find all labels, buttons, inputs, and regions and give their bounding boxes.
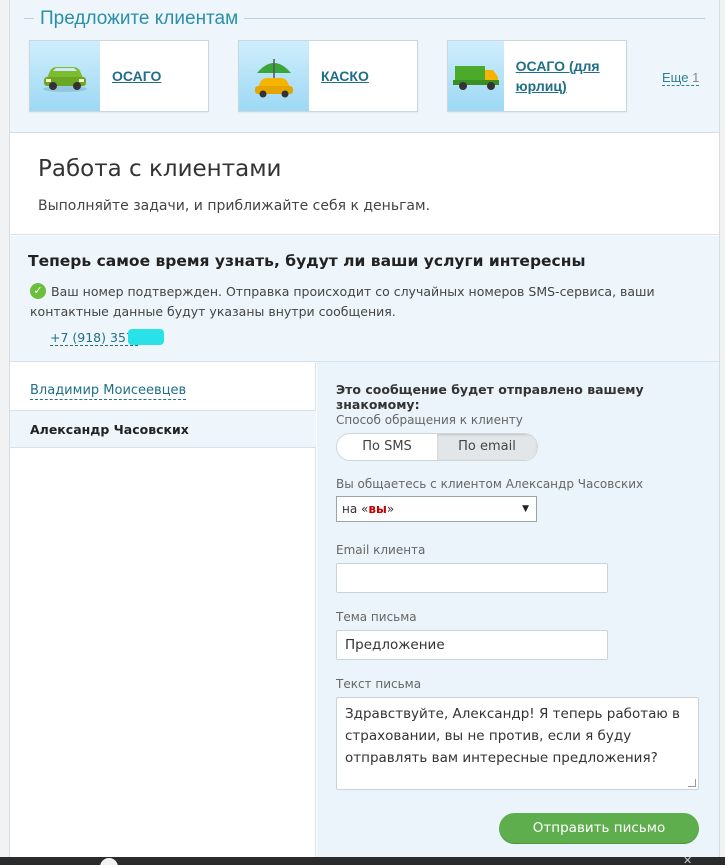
left-margin (0, 0, 10, 858)
address-suffix: » (386, 502, 395, 516)
toggle-email[interactable]: По email (437, 434, 537, 460)
main-panel: Предложите клиентам ОСАГО КАСКО ОСАГО (д… (10, 0, 719, 857)
clients-list: Владимир Моисеевцев Александр Часовских (10, 362, 316, 857)
contact-method-label: Способ обращения к клиенту (336, 413, 523, 427)
address-value: вы (368, 502, 387, 516)
more-offers-count: 1 (692, 70, 700, 85)
client-item-selected[interactable]: Александр Часовских (10, 410, 316, 448)
chevron-down-icon: ▼ (522, 504, 529, 514)
notice-section: Теперь самое время узнать, будут ли ваши… (10, 236, 719, 362)
form-heading: Это сообщение будет отправлено вашему зн… (336, 382, 644, 412)
truck-icon (448, 41, 504, 111)
body-text: Здравствуйте, Александр! Я теперь работа… (345, 706, 680, 766)
taskbar-circle-icon (100, 858, 118, 865)
subject-field[interactable]: Предложение (336, 630, 608, 660)
contact-method-toggle: По SMS По email (336, 433, 538, 461)
body-label: Текст письма (336, 677, 422, 691)
address-select[interactable]: на «вы» ▼ (336, 496, 537, 522)
page-title: Работа с клиентами (38, 156, 282, 182)
work-section: Работа с клиентами Выполняйте задачи, и … (10, 134, 719, 235)
offer-link-kasko[interactable]: КАСКО (321, 66, 369, 86)
close-icon[interactable]: ✕ (683, 854, 692, 865)
offer-card-osago-legal[interactable]: ОСАГО (для юрлиц) (447, 40, 627, 112)
offers-title: Предложите клиентам (34, 8, 245, 30)
resize-grip-icon[interactable] (688, 779, 696, 787)
offers-section: Предложите клиентам ОСАГО КАСКО ОСАГО (д… (10, 0, 719, 133)
offer-card-osago[interactable]: ОСАГО (29, 40, 209, 112)
client-name: Александр Часовских (30, 422, 189, 437)
email-label: Email клиента (336, 543, 426, 557)
toggle-sms[interactable]: По SMS (337, 434, 437, 460)
client-item[interactable]: Владимир Моисеевцев (10, 372, 316, 410)
umbrella-car-icon (239, 41, 309, 111)
check-icon: ✓ (30, 283, 46, 299)
offer-link-osago-legal[interactable]: ОСАГО (для юрлиц) (516, 56, 626, 96)
more-offers-link[interactable]: Еще 1 (662, 70, 700, 86)
page-subtitle: Выполняйте задачи, и приближайте себя к … (38, 198, 431, 214)
redaction-mark (128, 329, 164, 345)
notice-heading: Теперь самое время узнать, будут ли ваши… (28, 252, 586, 270)
subject-label: Тема письма (336, 610, 417, 624)
phone-link[interactable]: +7 (918) 357- (50, 330, 139, 346)
client-name[interactable]: Владимир Моисеевцев (30, 383, 187, 400)
address-label: Вы общаетесь с клиентом Александр Часовс… (336, 477, 644, 491)
send-email-button[interactable]: Отправить письмо (499, 813, 699, 844)
more-offers-label: Еще (662, 70, 689, 85)
body-textarea[interactable]: Здравствуйте, Александр! Я теперь работа… (336, 697, 699, 790)
message-form: Это сообщение будет отправлено вашему зн… (317, 362, 719, 857)
email-field[interactable] (336, 563, 608, 593)
offer-link-osago[interactable]: ОСАГО (112, 66, 161, 86)
car-icon (30, 41, 100, 111)
offer-card-kasko[interactable]: КАСКО (238, 40, 418, 112)
address-prefix: на « (342, 502, 369, 516)
taskbar: ✕ (0, 854, 725, 865)
notice-message: Ваш номер подтвержден. Отправка происход… (30, 284, 655, 319)
scrollbar-track[interactable] (719, 0, 725, 858)
